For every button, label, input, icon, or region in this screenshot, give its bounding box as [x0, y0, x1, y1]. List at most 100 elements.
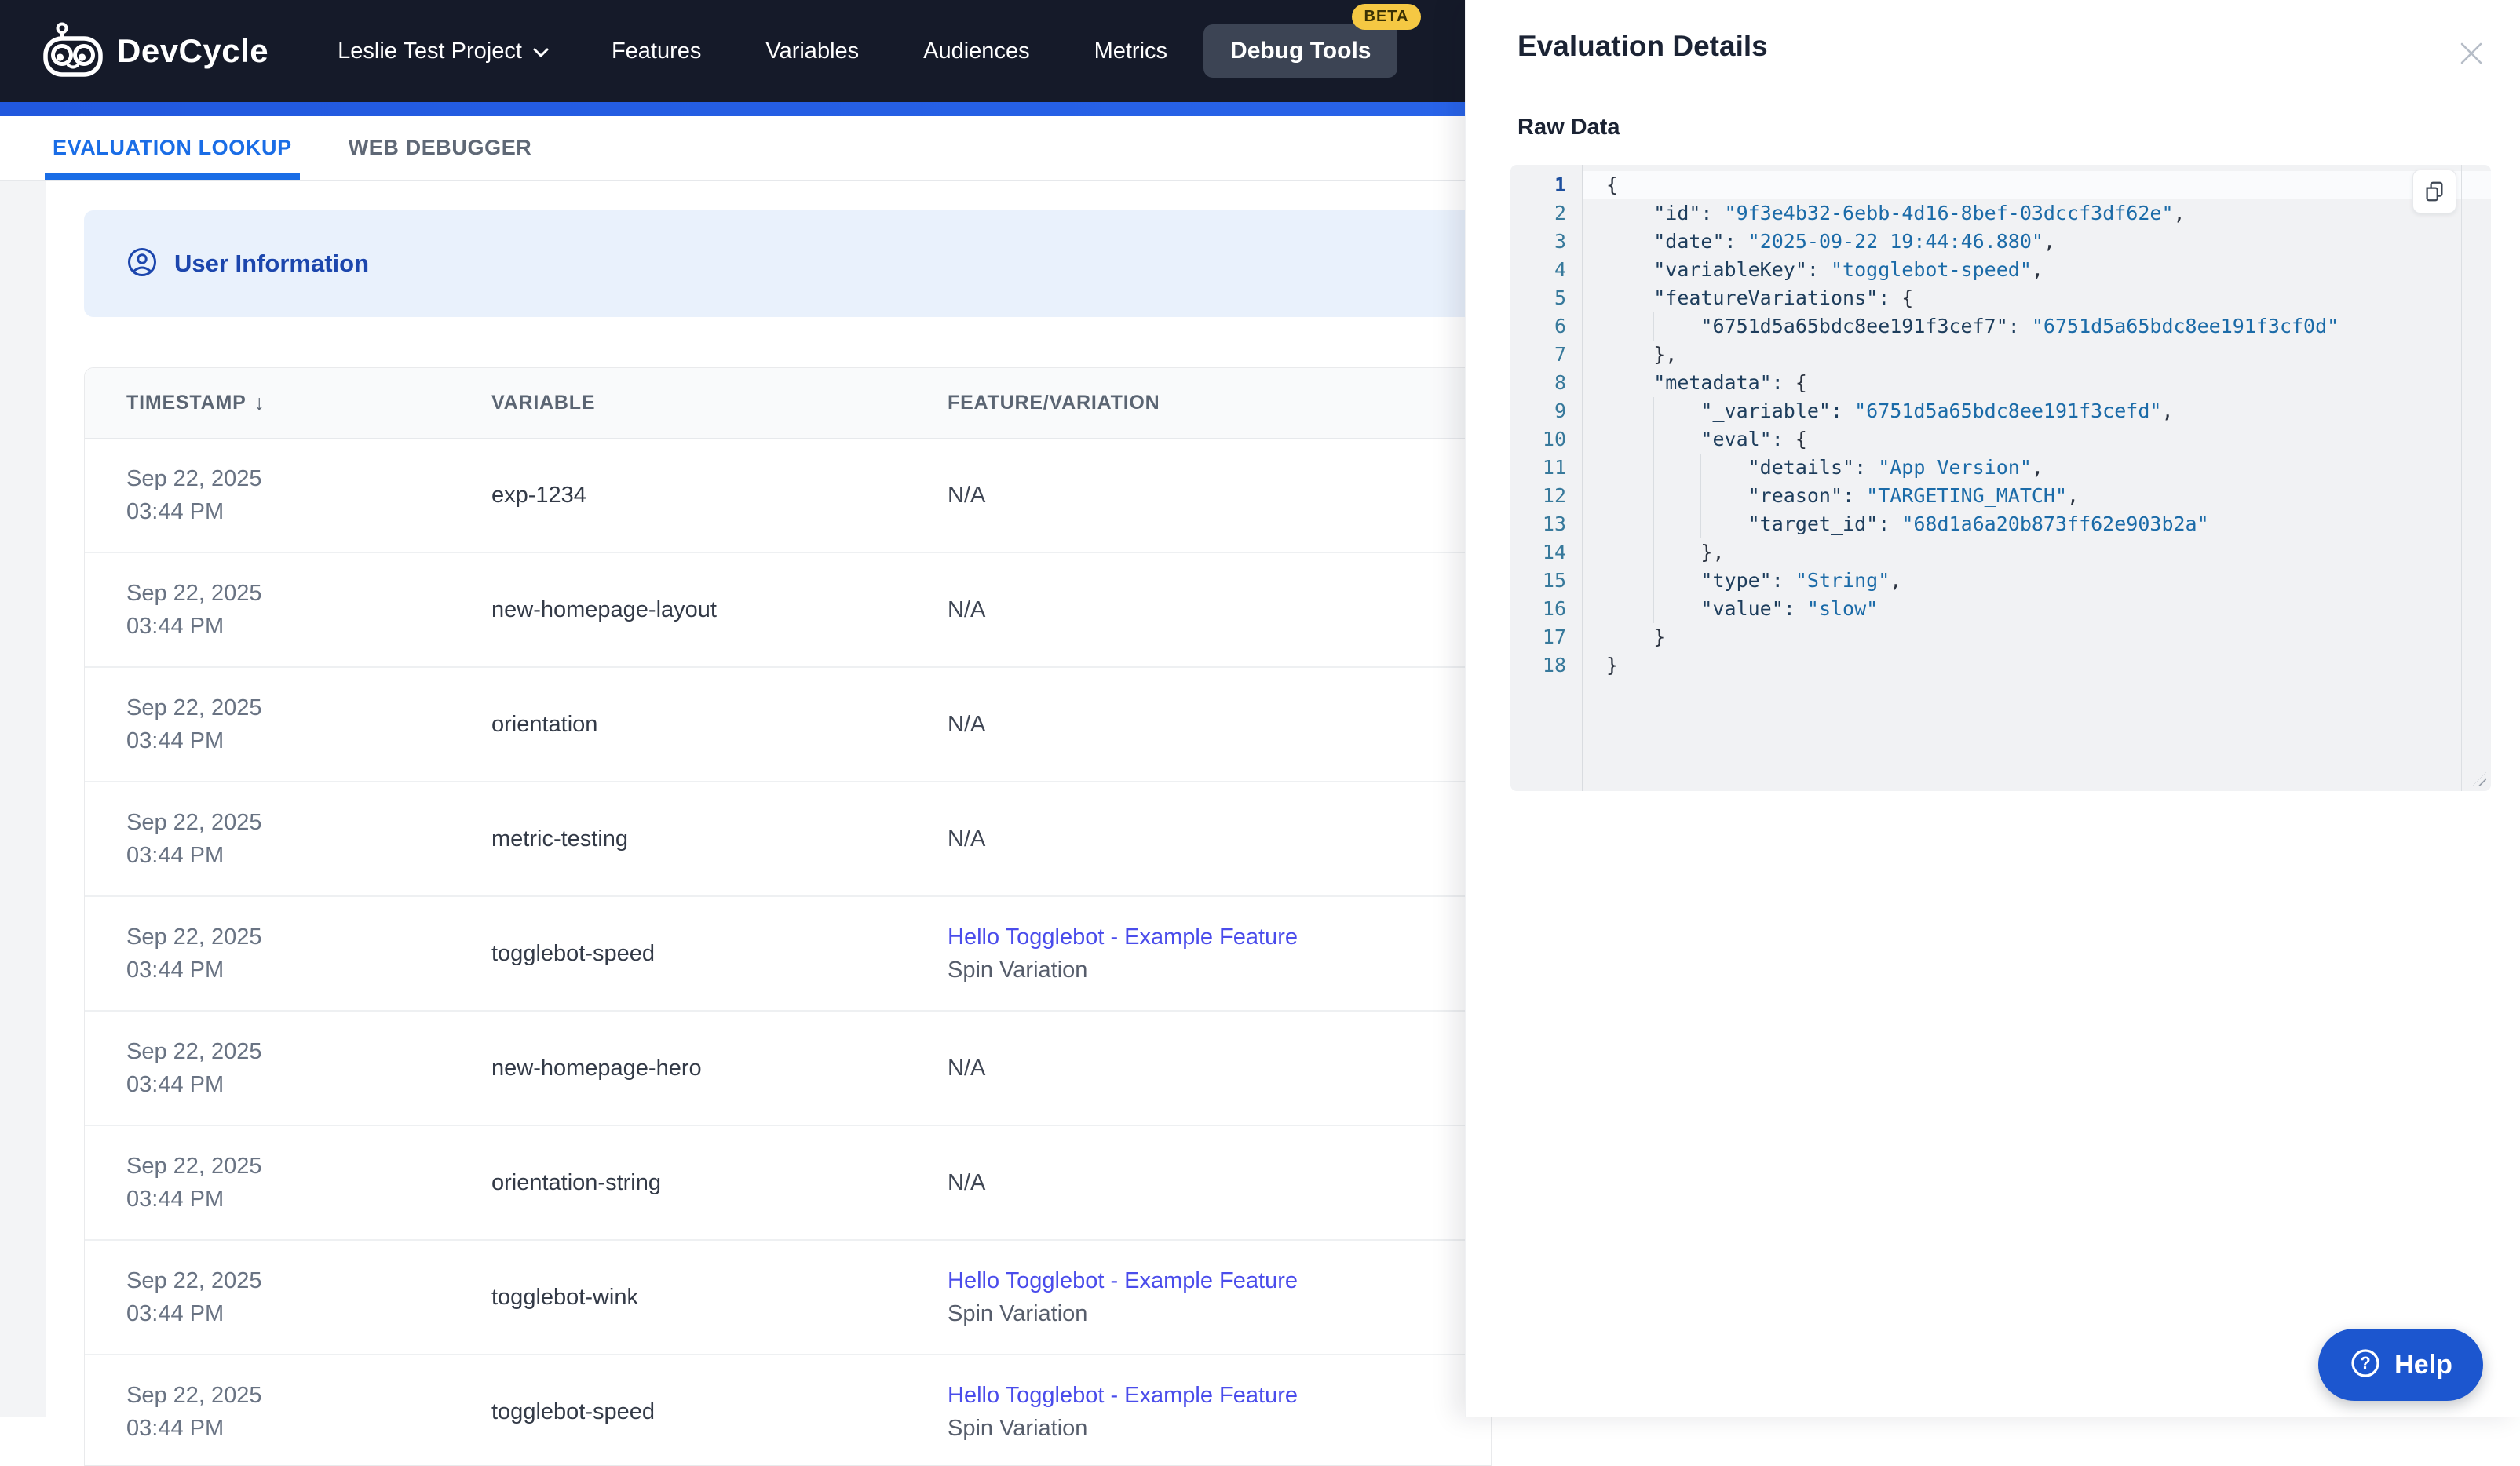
table-row: Sep 22, 2025 03:44 PM new-homepage-layout N…: [85, 553, 1491, 668]
code-line: "details": "App Version",: [1583, 454, 2491, 482]
svg-text:?: ?: [2360, 1353, 2370, 1373]
code-area: { "id": "9f3e4b32-6ebb-4d16-8bef-03dccf3…: [1583, 165, 2491, 791]
cell-feature-variation: N/A: [948, 1126, 1475, 1239]
cell-timestamp: Sep 22, 2025 03:44 PM: [126, 1383, 262, 1441]
cell-timestamp: Sep 22, 2025 03:44 PM: [126, 466, 262, 524]
code-line: }: [1606, 654, 1619, 676]
variation-label: Spin Variation: [948, 1301, 1088, 1326]
table-row: Sep 22, 2025 03:44 PM exp-1234 N/A: [85, 439, 1491, 553]
chevron-down-icon: [533, 38, 549, 64]
cell-variable: exp-1234: [491, 482, 586, 508]
line-number: 14: [1542, 541, 1566, 563]
feature-link[interactable]: Hello Togglebot - Example Feature: [948, 1268, 1475, 1293]
variation-label: Spin Variation: [948, 1416, 1088, 1441]
line-number: 15: [1542, 569, 1566, 592]
cell-variable: orientation: [491, 711, 598, 737]
table-row: Sep 22, 2025 03:44 PM orientation N/A: [85, 668, 1491, 782]
table-row: Sep 22, 2025 03:44 PM orientation-string N/…: [85, 1126, 1491, 1241]
line-number: 10: [1542, 428, 1566, 450]
line-number: 1: [1554, 173, 1566, 196]
raw-data-code-block[interactable]: 1 2 3 4 5 6 7 8 9 10 11 12 13 14 15 16 17 18 { "id": "9f3…: [1510, 165, 2491, 791]
cell-feature-variation: N/A: [948, 782, 1475, 895]
cell-feature-variation: N/A: [948, 668, 1475, 781]
code-line: },: [1606, 343, 1678, 366]
line-number: 4: [1554, 258, 1566, 281]
nav-link-metrics[interactable]: Metrics: [1094, 38, 1167, 64]
code-line: "target_id": "68d1a6a20b873ff62e903b2a": [1583, 510, 2491, 538]
cell-variable: new-homepage-layout: [491, 596, 717, 622]
cell-timestamp: Sep 22, 2025 03:44 PM: [126, 695, 262, 753]
help-label: Help: [2394, 1349, 2452, 1380]
line-number: 16: [1542, 597, 1566, 620]
user-information-banner: User Information: [84, 210, 1492, 317]
cell-variable: togglebot-speed: [491, 1399, 655, 1424]
raw-data-label: Raw Data: [1517, 115, 1620, 140]
copy-button[interactable]: [2412, 170, 2456, 213]
cell-variable: orientation-string: [491, 1169, 661, 1195]
column-header-timestamp[interactable]: TIMESTAMP ↓: [126, 368, 265, 438]
feature-link[interactable]: Hello Togglebot - Example Feature: [948, 924, 1475, 950]
code-line: "eval": {: [1583, 425, 2491, 454]
devcycle-robot-icon: [43, 22, 103, 81]
table-body: Sep 22, 2025 03:44 PM exp-1234 N/A Sep 22, 2…: [85, 439, 1491, 1465]
nav-link-audiences[interactable]: Audiences: [923, 38, 1029, 64]
code-line: "_variable": "6751d5a65bdc8ee191f3cefd",: [1583, 397, 2491, 425]
na-value: N/A: [948, 826, 986, 852]
line-number: 12: [1542, 484, 1566, 507]
cell-timestamp: Sep 22, 2025 03:44 PM: [126, 581, 262, 639]
cell-variable: metric-testing: [491, 826, 629, 852]
code-line: "type": "String",: [1583, 567, 2491, 595]
code-line: "featureVariations": {: [1653, 286, 1914, 309]
na-value: N/A: [948, 1169, 986, 1195]
line-number-gutter: 1 2 3 4 5 6 7 8 9 10 11 12 13 14 15 16 17 18: [1510, 165, 1583, 791]
user-icon: [127, 247, 157, 281]
close-icon[interactable]: [2457, 39, 2485, 67]
table-row: Sep 22, 2025 03:44 PM togglebot-speed Hello…: [85, 897, 1491, 1012]
project-selector-label: Leslie Test Project: [338, 38, 522, 64]
help-icon: ?: [2349, 1347, 2382, 1384]
line-number: 11: [1542, 456, 1566, 479]
na-value: N/A: [948, 711, 986, 737]
na-value: N/A: [948, 1055, 986, 1081]
code-scrollbar-track[interactable]: [2461, 165, 2462, 791]
nav-link-variables[interactable]: Variables: [765, 38, 859, 64]
line-number: 9: [1554, 399, 1566, 422]
cell-feature-variation: N/A: [948, 553, 1475, 666]
line-number: 17: [1542, 625, 1566, 648]
code-line: "reason": "TARGETING_MATCH",: [1583, 482, 2491, 510]
tab-evaluation-lookup[interactable]: EVALUATION LOOKUP: [45, 116, 300, 180]
cell-feature-variation: Hello Togglebot - Example Feature Spin Va…: [948, 1241, 1475, 1354]
debug-tools-button[interactable]: Debug Tools BETA: [1203, 4, 1422, 78]
na-value: N/A: [948, 596, 986, 622]
line-number: 18: [1542, 654, 1566, 676]
tab-web-debugger[interactable]: WEB DEBUGGER: [341, 116, 540, 180]
table-row: Sep 22, 2025 03:44 PM new-homepage-hero N/A: [85, 1012, 1491, 1126]
table-row: Sep 22, 2025 03:44 PM togglebot-speed Hello…: [85, 1355, 1491, 1465]
line-number: 6: [1554, 315, 1566, 337]
project-selector[interactable]: Leslie Test Project: [338, 38, 549, 64]
line-number: 2: [1554, 202, 1566, 224]
nav-links: Features Variables Audiences Metrics: [612, 38, 1167, 64]
beta-badge: BETA: [1351, 4, 1422, 30]
evaluation-table: TIMESTAMP ↓ VARIABLE FEATURE/VARIATION S…: [84, 367, 1492, 1466]
code-line: },: [1583, 538, 2491, 567]
code-line: "variableKey": "togglebot-speed",: [1653, 258, 2043, 281]
cell-variable: togglebot-wink: [491, 1284, 638, 1310]
cell-feature-variation: Hello Togglebot - Example Feature Spin Va…: [948, 1355, 1475, 1465]
code-line: "metadata": {: [1653, 371, 1807, 394]
feature-link[interactable]: Hello Togglebot - Example Feature: [948, 1383, 1475, 1408]
cell-feature-variation: Hello Togglebot - Example Feature Spin Va…: [948, 897, 1475, 1010]
table-row: Sep 22, 2025 03:44 PM metric-testing N/A: [85, 782, 1491, 897]
cell-timestamp: Sep 22, 2025 03:44 PM: [126, 810, 262, 868]
line-number: 13: [1542, 512, 1566, 535]
cell-timestamp: Sep 22, 2025 03:44 PM: [126, 1268, 262, 1326]
cell-feature-variation: N/A: [948, 1012, 1475, 1125]
help-button[interactable]: ? Help: [2318, 1329, 2483, 1401]
line-number: 8: [1554, 371, 1566, 394]
banner-label: User Information: [174, 250, 370, 277]
nav-link-features[interactable]: Features: [612, 38, 701, 64]
line-number: 5: [1554, 286, 1566, 309]
page-left-gutter: [0, 181, 46, 1417]
variation-label: Spin Variation: [948, 957, 1088, 983]
code-line: "value": "slow": [1583, 595, 2491, 623]
